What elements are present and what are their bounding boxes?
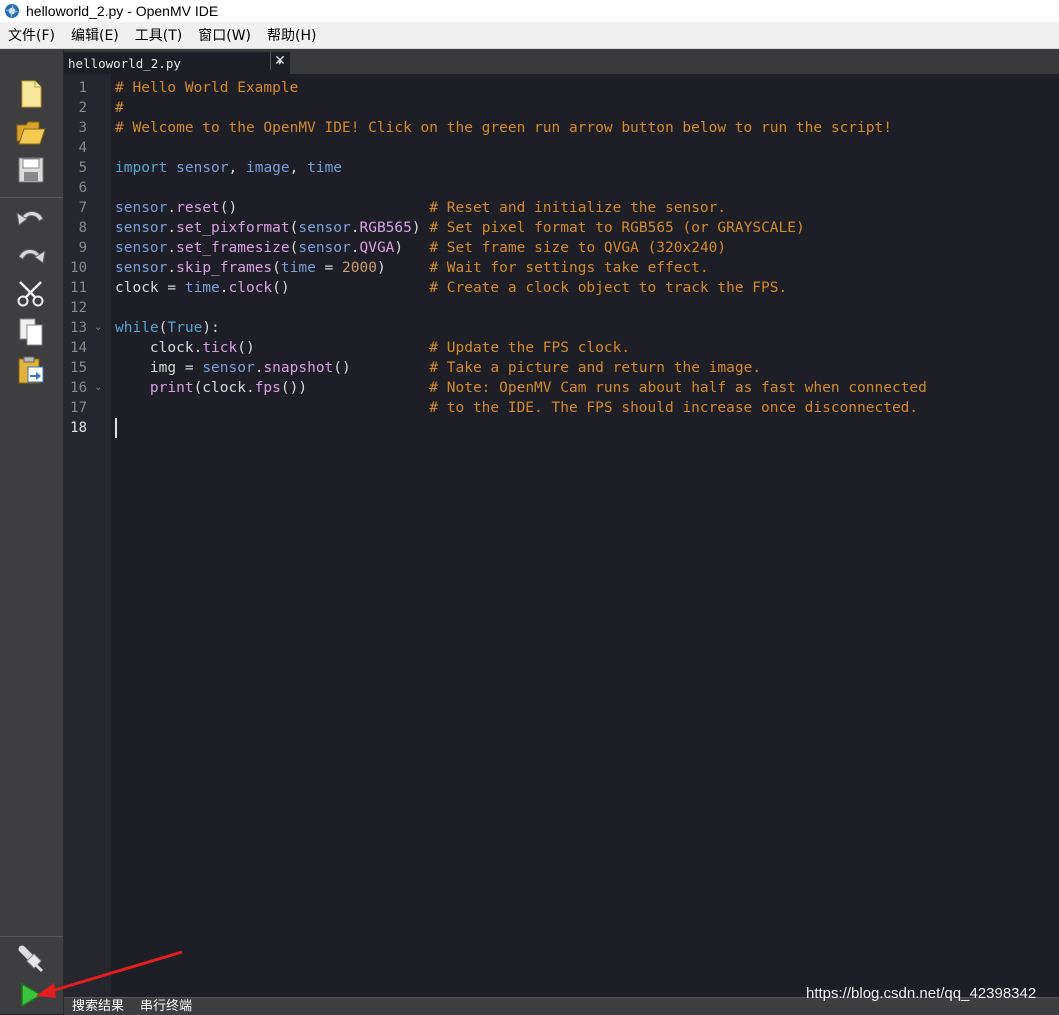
- title-bar: helloworld_2.py - OpenMV IDE: [0, 0, 1059, 22]
- file-tab-label: helloworld_2.py: [68, 55, 181, 71]
- line-number: 4: [78, 140, 87, 156]
- left-toolbar: [0, 49, 64, 1014]
- open-file-button[interactable]: [14, 115, 48, 149]
- line-number: 2: [78, 100, 87, 116]
- code-line[interactable]: sensor.set_pixformat(sensor.RGB565) # Se…: [115, 218, 805, 238]
- menu-window[interactable]: 窗口(W): [190, 25, 259, 45]
- cut-button[interactable]: [14, 277, 48, 311]
- code-line[interactable]: clock = time.clock() # Create a clock ob…: [115, 278, 787, 298]
- code-line[interactable]: sensor.reset() # Reset and initialize th…: [115, 198, 726, 218]
- menu-file[interactable]: 文件(F): [0, 25, 63, 45]
- line-number: 13: [70, 320, 87, 336]
- new-file-icon: [21, 80, 42, 108]
- code-line[interactable]: print(clock.fps()) # Note: OpenMV Cam ru…: [115, 378, 927, 398]
- cut-icon: [17, 281, 44, 307]
- editor-tab-bar: helloworld_2.py ▾ ✕: [64, 49, 1059, 74]
- line-number: 16: [70, 380, 87, 396]
- code-line[interactable]: clock.tick() # Update the FPS clock.: [115, 338, 630, 358]
- copy-button[interactable]: [14, 315, 48, 349]
- run-icon: [21, 982, 43, 1008]
- fold-chevron-icon[interactable]: ⌄: [94, 378, 102, 398]
- line-number: 9: [78, 240, 87, 256]
- line-number: 8: [78, 220, 87, 236]
- fold-chevron-icon[interactable]: ⌄: [94, 318, 102, 338]
- copy-icon: [19, 318, 43, 346]
- line-number: 7: [78, 200, 87, 216]
- run-button[interactable]: [14, 978, 48, 1012]
- code-line[interactable]: # Hello World Example: [115, 78, 298, 98]
- line-number: 12: [70, 300, 87, 316]
- tab-serial-terminal[interactable]: 串行终端: [140, 999, 192, 1015]
- menu-bar: 文件(F) 编辑(E) 工具(T) 窗口(W) 帮助(H): [0, 22, 1059, 49]
- line-number: 11: [70, 280, 87, 296]
- paste-icon: [18, 356, 44, 384]
- line-number: 3: [78, 120, 87, 136]
- line-number: 15: [70, 360, 87, 376]
- redo-icon: [18, 249, 46, 264]
- undo-button[interactable]: [14, 201, 48, 235]
- code-line[interactable]: img = sensor.snapshot() # Take a picture…: [115, 358, 761, 378]
- window-title: helloworld_2.py - OpenMV IDE: [26, 3, 219, 19]
- line-number: 14: [70, 340, 87, 356]
- line-number: 5: [78, 160, 87, 176]
- new-file-button[interactable]: [14, 77, 48, 111]
- line-number: 6: [78, 180, 87, 196]
- code-line[interactable]: sensor.set_framesize(sensor.QVGA) # Set …: [115, 238, 726, 258]
- code-line[interactable]: import sensor, image, time: [115, 158, 342, 178]
- connect-icon: [18, 945, 44, 973]
- line-number: 17: [70, 400, 87, 416]
- menu-edit[interactable]: 编辑(E): [63, 25, 127, 45]
- line-number: 18: [70, 420, 87, 436]
- code-line[interactable]: while(True):: [115, 318, 220, 338]
- save-button[interactable]: [14, 153, 48, 187]
- openmv-app-icon: [5, 4, 19, 18]
- line-number-gutter: 1 2 3 4 5 6 7 8 9 10 11 12 13 14 15 16 17 18 ⌄ ⌄: [64, 74, 111, 997]
- line-number: 1: [78, 80, 87, 96]
- open-folder-icon: [16, 121, 46, 145]
- connect-button[interactable]: [14, 941, 48, 975]
- code-line[interactable]: #: [115, 98, 124, 118]
- code-editor[interactable]: # Hello World Example # # Welcome to the O…: [111, 74, 1059, 997]
- undo-icon: [16, 211, 44, 226]
- text-cursor: [115, 418, 117, 438]
- watermark: https://blog.csdn.net/qq_42398342: [806, 985, 1037, 1002]
- save-icon: [18, 157, 44, 183]
- redo-button[interactable]: [14, 239, 48, 273]
- menu-help[interactable]: 帮助(H): [259, 25, 324, 45]
- code-line[interactable]: # Welcome to the OpenMV IDE! Click on th…: [115, 118, 892, 138]
- paste-button[interactable]: [14, 353, 48, 387]
- close-icon[interactable]: ✕: [270, 52, 289, 70]
- code-line[interactable]: sensor.skip_frames(time = 2000) # Wait f…: [115, 258, 709, 278]
- code-line[interactable]: # to the IDE. The FPS should increase on…: [115, 398, 918, 418]
- file-tab[interactable]: helloworld_2.py ▾: [64, 52, 290, 74]
- tab-search-results[interactable]: 搜索结果: [72, 999, 124, 1015]
- menu-tools[interactable]: 工具(T): [127, 25, 190, 45]
- line-number: 10: [70, 260, 87, 276]
